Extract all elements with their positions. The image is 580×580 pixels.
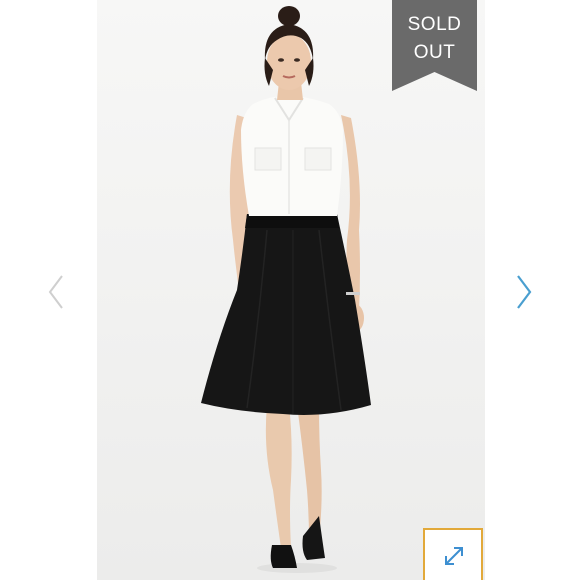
next-image-button[interactable] — [508, 270, 538, 314]
chevron-right-icon — [517, 275, 532, 309]
sold-badge-line2: OUT — [413, 42, 456, 63]
sold-badge-line1: SOLD — [407, 14, 462, 35]
expand-image-button[interactable] — [423, 528, 483, 580]
sold-out-badge: SOLD OUT — [392, 0, 477, 91]
product-image-viewer: SOLD OUT — [0, 0, 580, 580]
expand-arrows-icon — [445, 547, 463, 565]
previous-image-button[interactable] — [42, 270, 72, 314]
chevron-left-icon — [48, 275, 63, 309]
